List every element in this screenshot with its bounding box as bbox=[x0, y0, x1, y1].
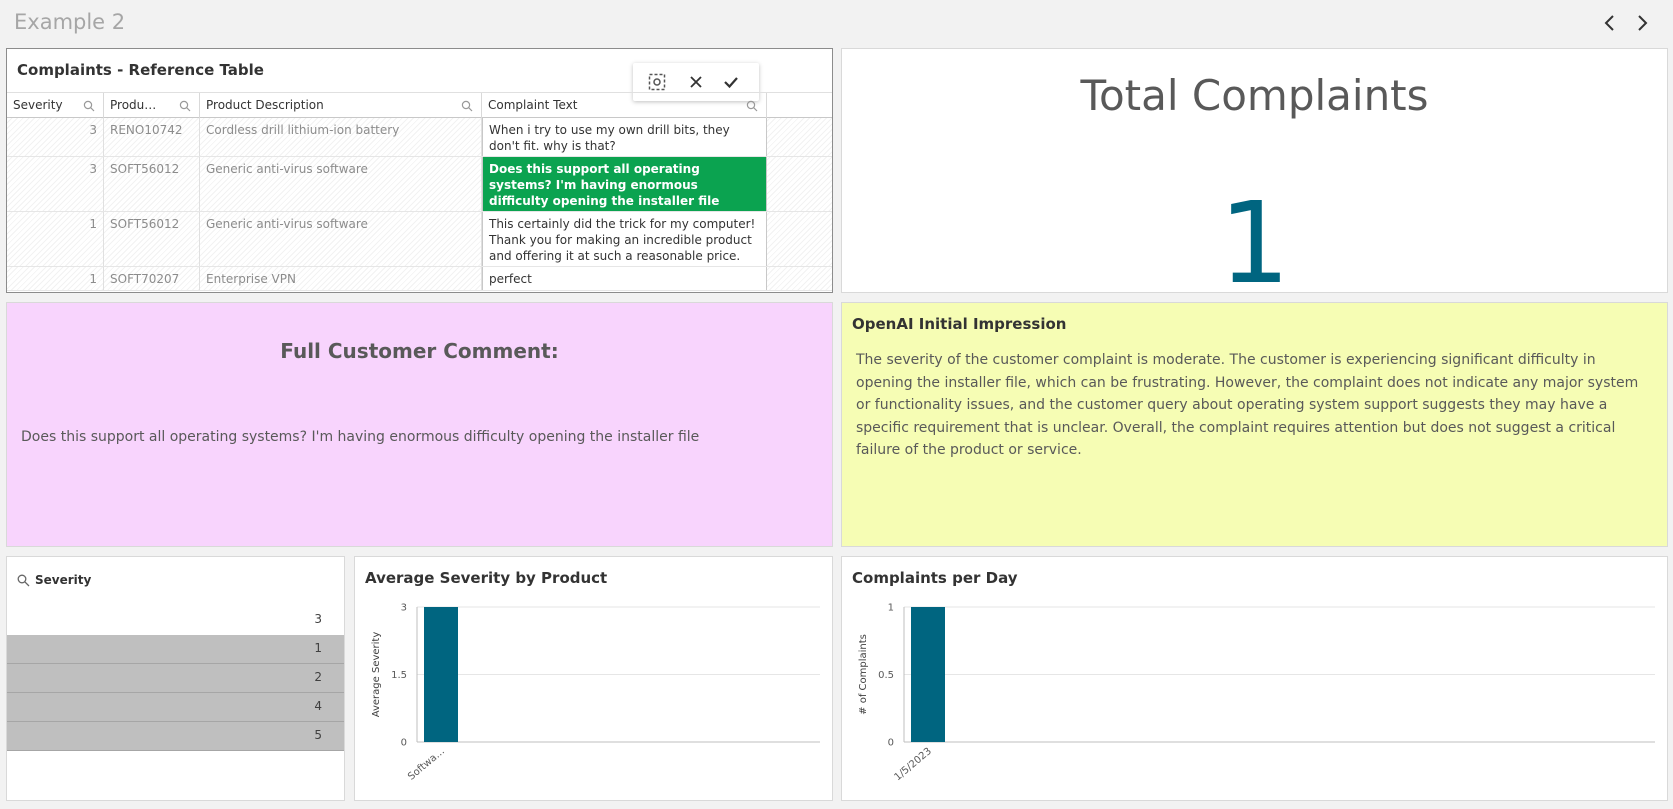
openai-impression-panel: OpenAI Initial Impression The severity o… bbox=[841, 302, 1668, 547]
complaint-text-cell[interactable]: When i try to use my own drill bits, the… bbox=[482, 118, 767, 156]
product-cell: SOFT56012 bbox=[104, 157, 200, 211]
filter-item[interactable]: 3 bbox=[7, 606, 344, 635]
product-cell: SOFT70207 bbox=[104, 267, 200, 290]
search-icon[interactable] bbox=[746, 100, 758, 112]
filter-title: Severity bbox=[35, 573, 92, 587]
bar[interactable] bbox=[424, 607, 458, 742]
complaints-per-day-chart: 0 0.5 1 # of Complaints 1/5/2023 bbox=[858, 603, 1655, 783]
description-cell: Enterprise VPN bbox=[200, 267, 482, 290]
x-tick-label: 1/5/2023 bbox=[892, 746, 933, 783]
y-tick-label: 3 bbox=[401, 603, 407, 614]
confirm-selection-button[interactable] bbox=[721, 72, 741, 92]
selection-tool-icon bbox=[648, 73, 666, 91]
table-row: 3 SOFT56012 Generic anti-virus software … bbox=[7, 157, 832, 212]
y-tick-label: 1.5 bbox=[391, 670, 407, 681]
cancel-selection-button[interactable] bbox=[686, 72, 706, 92]
next-sheet-button[interactable] bbox=[1632, 12, 1652, 34]
column-header-complaint-text[interactable]: Complaint Text bbox=[482, 93, 767, 119]
sheet-header: Example 2 bbox=[0, 0, 1673, 46]
bar[interactable] bbox=[911, 607, 945, 742]
x-tick-label: Softwa… bbox=[406, 746, 447, 783]
severity-filter-pane: Severity 3 1 2 4 5 bbox=[6, 556, 345, 801]
comment-text: Does this support all operating systems?… bbox=[21, 429, 700, 445]
severity-cell: 1 bbox=[7, 212, 104, 266]
filter-item[interactable]: 1 bbox=[7, 635, 344, 664]
column-header-product-description[interactable]: Product Description bbox=[200, 93, 482, 119]
filter-item[interactable]: 4 bbox=[7, 693, 344, 722]
product-cell: RENO10742 bbox=[104, 118, 200, 156]
previous-sheet-button[interactable] bbox=[1600, 12, 1620, 34]
sheet-title: Example 2 bbox=[14, 10, 126, 34]
severity-cell: 3 bbox=[7, 157, 104, 211]
complaints-per-day-chart-panel: Complaints per Day 0 0.5 1 # of Complaints 1… bbox=[841, 556, 1668, 801]
product-cell: SOFT56012 bbox=[104, 212, 200, 266]
table-row: 1 SOFT70207 Enterprise VPN perfect bbox=[7, 267, 832, 291]
description-cell: Cordless drill lithium-ion battery bbox=[200, 118, 482, 156]
search-icon[interactable] bbox=[461, 100, 473, 112]
complaint-text-cell[interactable]: This certainly did the trick for my comp… bbox=[482, 212, 767, 266]
comment-heading: Full Customer Comment: bbox=[280, 339, 559, 363]
severity-cell: 3 bbox=[7, 118, 104, 156]
reference-table-panel: Complaints - Reference Table Severity Pr… bbox=[6, 48, 833, 293]
filter-list: 3 1 2 4 5 bbox=[7, 606, 344, 751]
y-tick-label: 1 bbox=[888, 603, 894, 614]
y-axis-title: # of Complaints bbox=[858, 634, 869, 715]
customer-comment-panel: Full Customer Comment: Does this support… bbox=[6, 302, 833, 547]
avg-severity-chart: 0 1.5 3 Average Severity Softwa… bbox=[371, 603, 820, 783]
complaints-table: Severity Produ… Product Description Comp… bbox=[7, 92, 832, 291]
y-tick-label: 0 bbox=[401, 738, 407, 749]
search-icon[interactable] bbox=[83, 100, 95, 112]
column-header-product[interactable]: Produ… bbox=[104, 93, 200, 119]
search-icon[interactable] bbox=[17, 574, 30, 587]
filter-item[interactable]: 2 bbox=[7, 664, 344, 693]
complaint-text-cell-selected[interactable]: Does this support all operating systems?… bbox=[482, 157, 767, 211]
y-tick-label: 0.5 bbox=[878, 670, 894, 681]
description-cell: Generic anti-virus software bbox=[200, 212, 482, 266]
y-tick-label: 0 bbox=[888, 738, 894, 749]
openai-text: The severity of the customer complaint i… bbox=[856, 352, 1639, 458]
avg-severity-chart-panel: Average Severity by Product 0 1.5 3 Average… bbox=[354, 556, 833, 801]
reference-table-title: Complaints - Reference Table bbox=[17, 61, 264, 79]
description-cell: Generic anti-virus software bbox=[200, 157, 482, 211]
complaint-text-cell[interactable]: perfect bbox=[482, 267, 767, 290]
chevron-right-icon bbox=[1638, 15, 1648, 31]
y-axis-title: Average Severity bbox=[371, 632, 382, 718]
search-icon[interactable] bbox=[179, 100, 191, 112]
table-row: 3 RENO10742 Cordless drill lithium-ion b… bbox=[7, 118, 832, 157]
total-complaints-kpi: Total Complaints 1 bbox=[841, 48, 1668, 300]
severity-cell: 1 bbox=[7, 267, 104, 290]
check-icon bbox=[724, 77, 738, 89]
selection-tool-button[interactable] bbox=[647, 72, 667, 92]
kpi-label: Total Complaints bbox=[1080, 71, 1429, 120]
column-header-severity[interactable]: Severity bbox=[7, 93, 104, 119]
close-icon bbox=[690, 76, 702, 88]
kpi-value: 1 bbox=[1218, 179, 1291, 309]
openai-title: OpenAI Initial Impression bbox=[852, 315, 1067, 333]
chevron-left-icon bbox=[1604, 15, 1614, 31]
table-row: 1 SOFT56012 Generic anti-virus software … bbox=[7, 212, 832, 267]
table-header: Severity Produ… Product Description Comp… bbox=[7, 92, 832, 119]
filter-item[interactable]: 5 bbox=[7, 722, 344, 751]
